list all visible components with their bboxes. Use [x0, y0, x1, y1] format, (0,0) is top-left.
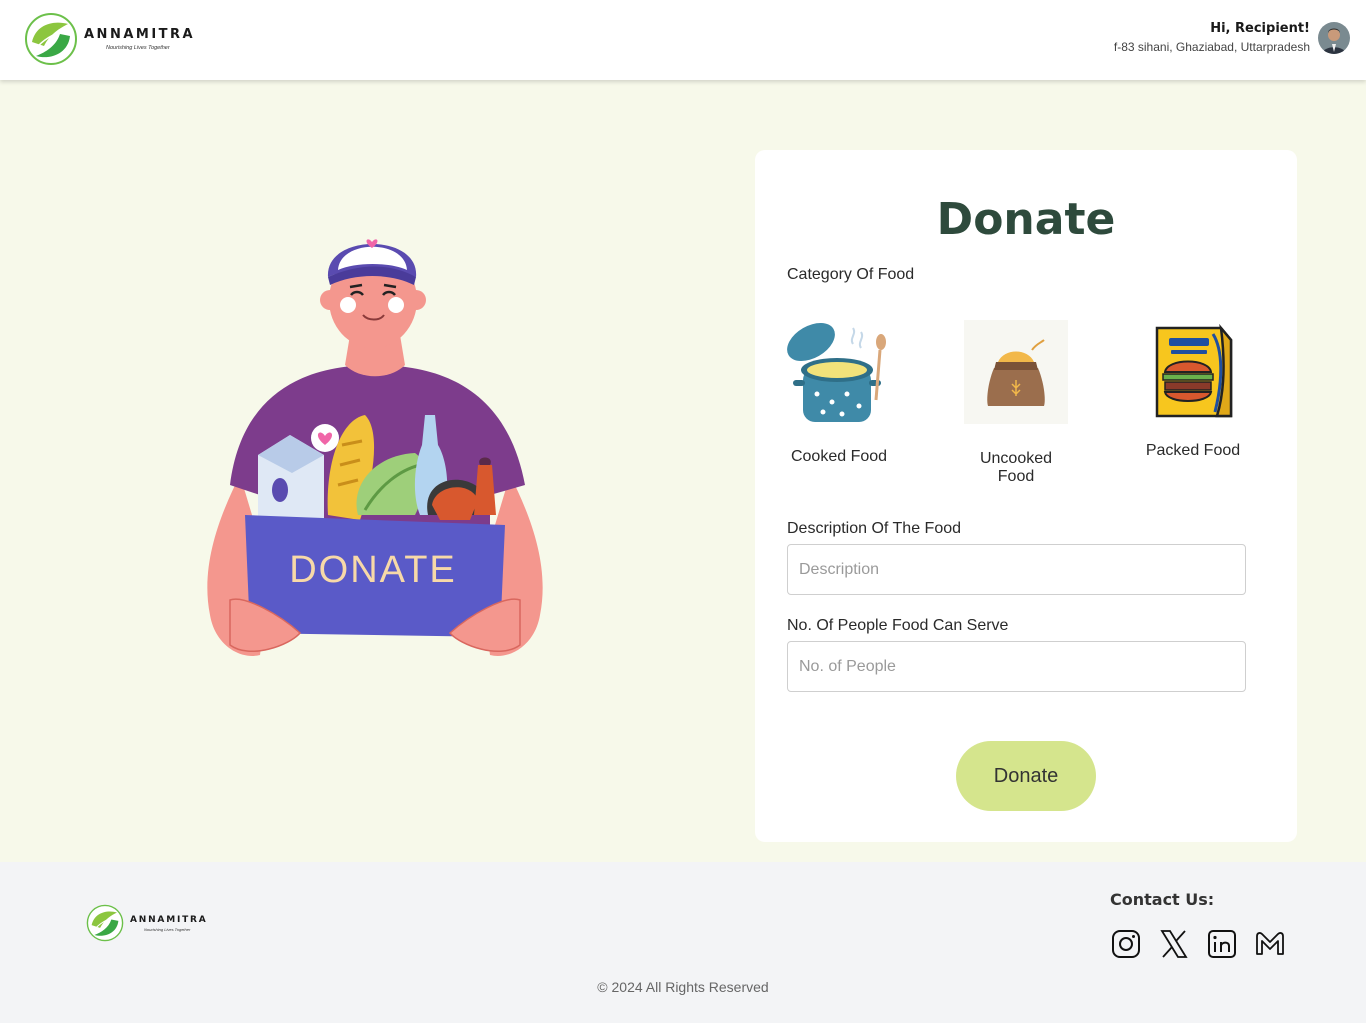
category-packed-label: Packed Food [1145, 442, 1241, 459]
user-info: Hi, Recipient! f-83 sihani, Ghaziabad, U… [1114, 21, 1350, 54]
leaf-logo-icon [25, 13, 77, 65]
donation-volunteer-illustration: DONATE [207, 239, 543, 656]
brand-tagline: Nourishing Lives Together [106, 45, 170, 51]
user-address: f-83 sihani, Ghaziabad, Uttarpradesh [1113, 40, 1310, 54]
footer-leaf-logo-icon [86, 904, 124, 942]
packed-bag-icon [1155, 323, 1233, 418]
category-cooked-label: Cooked Food [790, 448, 888, 465]
x-icon[interactable] [1158, 928, 1190, 960]
footer-brand-logo[interactable]: ANNAMITRA Nourishing Lives Together [86, 904, 208, 942]
description-label: Description Of The Food [787, 520, 962, 537]
instagram-icon[interactable] [1110, 928, 1142, 960]
category-uncooked-food[interactable]: Uncooked Food [960, 320, 1072, 486]
brand-name: ANNAMITRA [84, 27, 196, 42]
people-count-label: No. Of People Food Can Serve [787, 617, 1009, 634]
brand-logo[interactable]: ANNAMITRA Nourishing Lives Together [24, 12, 195, 66]
grain-sack-icon [964, 320, 1068, 424]
social-links [1110, 928, 1302, 960]
header: ANNAMITRA Nourishing Lives Together Hi, … [0, 0, 1366, 80]
category-label: Category Of Food [787, 266, 915, 283]
footer: ANNAMITRA Nourishing Lives Together Cont… [0, 862, 1366, 1023]
copyright-text: © 2024 All Rights Reserved [597, 979, 769, 995]
user-greeting: Hi, Recipient! [1210, 21, 1310, 36]
form-title: Donate [936, 194, 1116, 245]
cooking-pot-icon [787, 323, 886, 422]
donate-form-card: Donate Category Of Food Cooked Food Unco… [755, 150, 1297, 842]
linkedin-icon[interactable] [1206, 928, 1238, 960]
category-uncooked-label: Uncooked Food [979, 450, 1053, 485]
avatar[interactable] [1318, 21, 1350, 54]
people-count-input[interactable] [787, 641, 1246, 692]
gmail-icon[interactable] [1254, 928, 1286, 960]
category-cooked-food[interactable]: Cooked Food [787, 314, 891, 466]
description-input[interactable] [787, 544, 1246, 595]
footer-brand-name: ANNAMITRA [130, 914, 208, 925]
box-donate-label: DONATE [289, 549, 457, 591]
category-packed-food[interactable]: Packed Food [1143, 320, 1243, 460]
user-avatar-icon [1318, 21, 1350, 54]
donate-button[interactable]: Donate [956, 741, 1096, 811]
contact-title: Contact Us: [1110, 890, 1215, 909]
footer-brand-tagline: Nourishing Lives Together [144, 926, 191, 932]
